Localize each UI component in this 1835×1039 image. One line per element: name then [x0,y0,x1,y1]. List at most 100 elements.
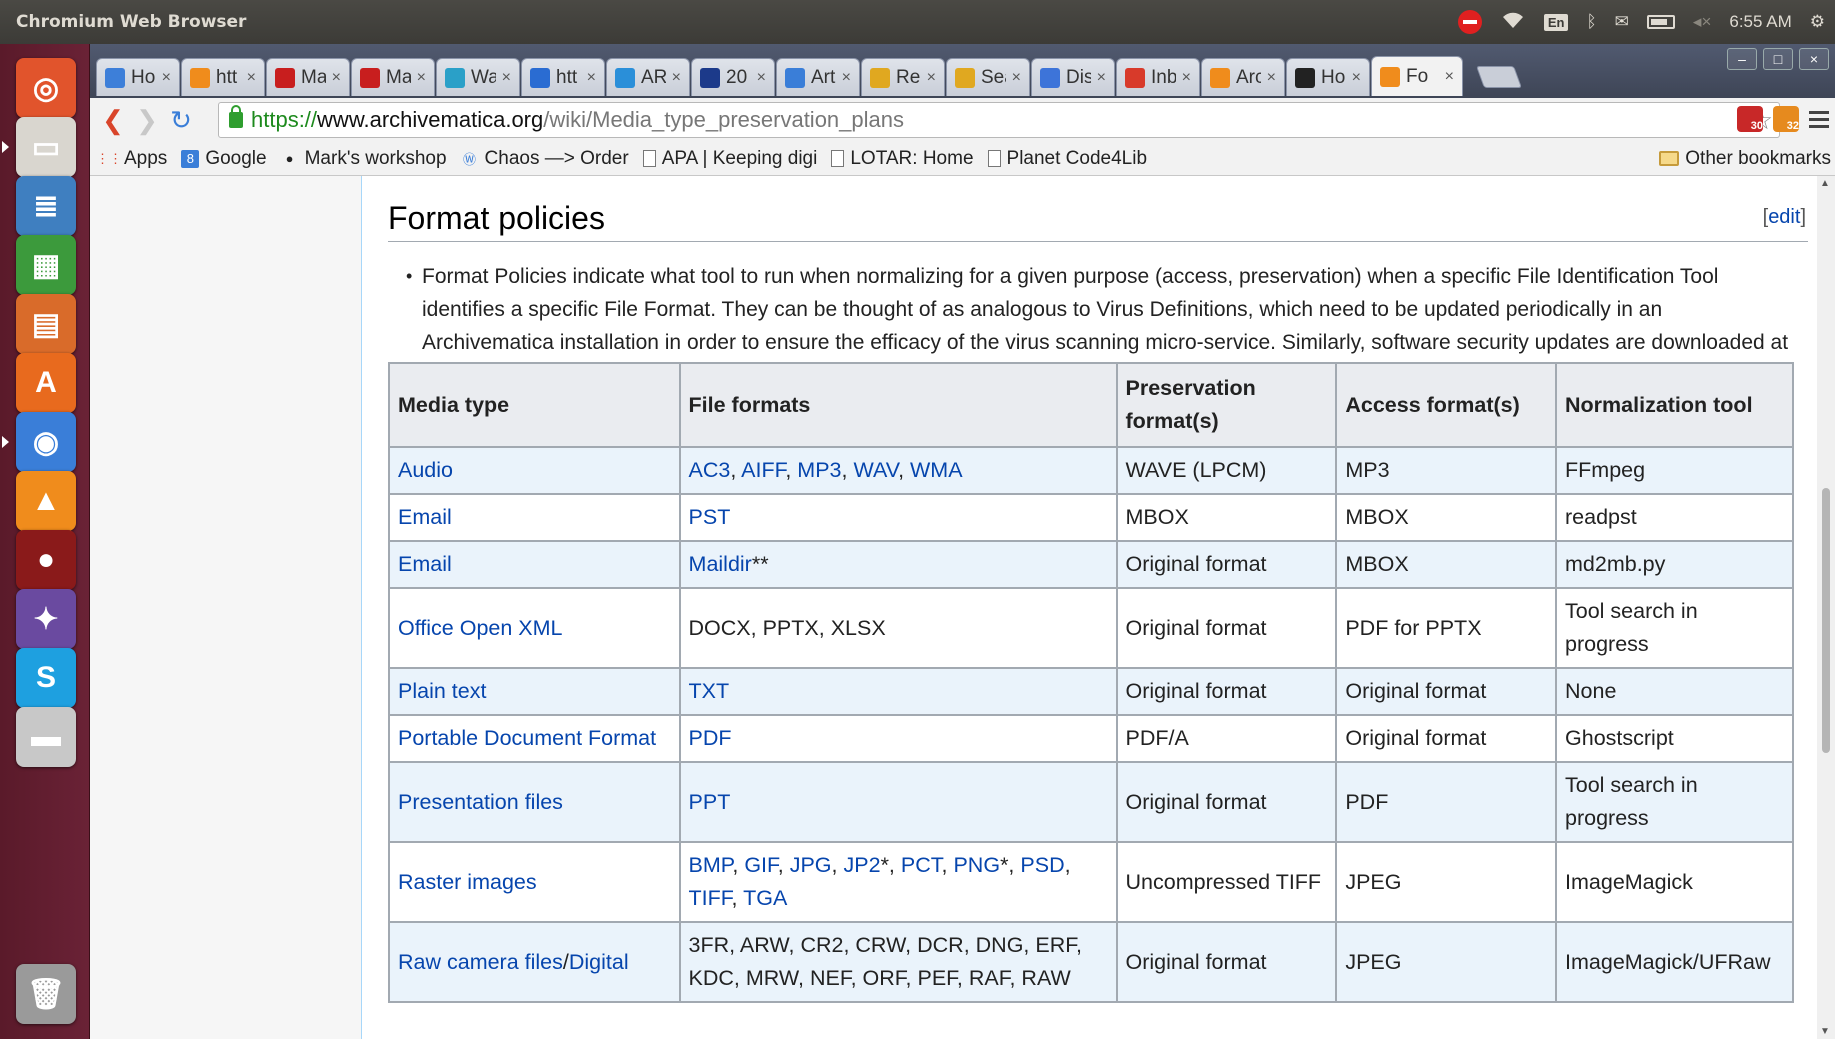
bluetooth-icon[interactable]: ᛒ [1586,12,1596,32]
tab-12[interactable]: Inb × [1116,58,1200,96]
tab-close-icon[interactable]: × [672,69,681,87]
scroll-down-arrow-icon[interactable]: ▼ [1820,1026,1830,1037]
format-link[interactable]: WMA [910,458,963,482]
keyboard-layout-indicator[interactable]: En [1543,13,1569,31]
tab-close-icon[interactable]: × [1267,69,1276,87]
tab-9[interactable]: Re × [861,58,945,96]
media-type-link[interactable]: Raster images [398,870,537,894]
media-type-link[interactable]: Audio [398,458,453,482]
mail-icon[interactable]: ✉ [1615,12,1629,32]
tab-1[interactable]: htt × [181,58,265,96]
tab-close-icon[interactable]: × [1445,68,1454,86]
tab-close-icon[interactable]: × [502,69,511,87]
format-link[interactable]: Maildir [689,552,752,576]
tab-close-icon[interactable]: × [162,69,171,87]
rss-extension-icon[interactable]: 32 [1773,106,1799,132]
scroll-thumb[interactable] [1822,488,1830,753]
bookmark-2[interactable]: ● Mark's workshop [281,148,447,170]
launcher-files-icon[interactable]: ▭ [16,117,76,177]
tab-10[interactable]: Sea × [946,58,1030,96]
format-link[interactable]: WAV [853,458,898,482]
media-type-link[interactable]: Presentation files [398,790,563,814]
tab-5[interactable]: htt × [521,58,605,96]
tab-0[interactable]: Ho × [96,58,180,96]
tab-4[interactable]: Wa × [436,58,520,96]
scroll-up-arrow-icon[interactable]: ▲ [1820,178,1830,189]
media-type-link[interactable]: Raw camera files [398,950,563,974]
minimize-button[interactable]: – [1727,48,1757,70]
close-window-button[interactable]: × [1799,48,1829,70]
https-lock-icon[interactable] [229,105,243,128]
format-link[interactable]: JP2 [844,853,881,877]
page-scrollbar[interactable]: ▲ ▼ [1817,176,1835,1039]
new-tab-button[interactable] [1475,66,1523,88]
format-link[interactable]: PCT [901,853,942,877]
bookmark-3[interactable]: Ⓦ Chaos —> Order [461,148,629,170]
bookmark-5[interactable]: LOTAR: Home [831,148,974,170]
format-link[interactable]: GIF [744,853,777,877]
format-link[interactable]: TIFF [689,886,732,910]
notification-blocked-icon[interactable] [1457,10,1482,34]
tab-close-icon[interactable]: × [927,69,936,87]
tab-8[interactable]: Art × [776,58,860,96]
launcher-chromium-icon[interactable]: ◉ [16,412,76,472]
tab-6[interactable]: AR × [606,58,690,96]
tab-close-icon[interactable]: × [757,69,766,87]
volume-muted-icon[interactable]: ◂× [1693,12,1711,32]
reload-button[interactable]: ↻ [164,103,198,137]
address-bar[interactable]: https://www.archivematica.org/wiki/Media… [218,102,1780,138]
battery-icon[interactable] [1646,15,1675,29]
bookmark-0[interactable]: ⋮⋮ Apps [96,148,167,170]
launcher-libreoffice-writer-icon[interactable]: ≣ [16,176,76,236]
media-type-link[interactable]: Email [398,552,452,576]
tab-13[interactable]: Arc × [1201,58,1285,96]
launcher-trash-icon[interactable]: 🗑 [16,964,76,1024]
back-button[interactable]: ❮ [96,103,130,137]
media-type-link[interactable]: Office Open XML [398,616,563,640]
format-link[interactable]: BMP [689,853,733,877]
tab-15[interactable]: Fo × [1371,56,1463,96]
tab-close-icon[interactable]: × [842,69,851,87]
tab-3[interactable]: Ma × [351,58,435,96]
format-link[interactable]: MP3 [797,458,841,482]
tab-close-icon[interactable]: × [417,69,426,87]
launcher-pidgin-icon[interactable]: ✦ [16,589,76,649]
clock[interactable]: 6:55 AM [1729,12,1791,32]
tab-7[interactable]: 20 × [691,58,775,96]
tab-11[interactable]: Dis × [1031,58,1115,96]
launcher-libreoffice-calc-icon[interactable]: ▦ [16,235,76,295]
bookmark-1[interactable]: 8 Google [181,148,267,170]
tab-close-icon[interactable]: × [587,69,596,87]
bookmark-6[interactable]: Planet Code4Lib [987,148,1147,170]
media-type-link[interactable]: Digital [569,950,629,974]
format-link[interactable]: PSD [1020,853,1064,877]
tab-close-icon[interactable]: × [247,69,256,87]
tab-close-icon[interactable]: × [1352,69,1361,87]
format-link[interactable]: PPT [689,790,731,814]
launcher-software-center-icon[interactable]: A [16,353,76,413]
tab-close-icon[interactable]: × [332,69,341,87]
format-link[interactable]: AC3 [689,458,731,482]
format-link[interactable]: PNG [953,853,1000,877]
launcher-screen-recorder-icon[interactable]: ● [16,530,76,590]
maximize-button[interactable]: □ [1763,48,1793,70]
other-bookmarks-folder[interactable]: Other bookmarks [1659,148,1831,170]
forward-button[interactable]: ❯ [130,103,164,137]
media-type-link[interactable]: Plain text [398,679,486,703]
chrome-menu-icon[interactable] [1809,110,1829,128]
launcher-ubuntu-dash-icon[interactable]: ◎ [16,58,76,118]
launcher-drive-icon[interactable]: ▬ [16,707,76,767]
tab-close-icon[interactable]: × [1182,69,1191,87]
format-link[interactable]: JPG [790,853,832,877]
format-link[interactable]: AIFF [741,458,785,482]
page-viewport[interactable]: Format policies [edit] Format Policies i… [90,176,1835,1039]
media-type-link[interactable]: Email [398,505,452,529]
session-gear-icon[interactable]: ⚙ [1810,12,1825,32]
launcher-vlc-icon[interactable]: ▲ [16,471,76,531]
section-edit-link[interactable]: [edit] [1763,206,1806,229]
launcher-libreoffice-impress-icon[interactable]: ▤ [16,294,76,354]
format-link[interactable]: PST [689,505,731,529]
format-link[interactable]: TGA [743,886,787,910]
media-type-link[interactable]: Portable Document Format [398,726,656,750]
extension-red-icon[interactable]: 30 [1737,106,1763,132]
